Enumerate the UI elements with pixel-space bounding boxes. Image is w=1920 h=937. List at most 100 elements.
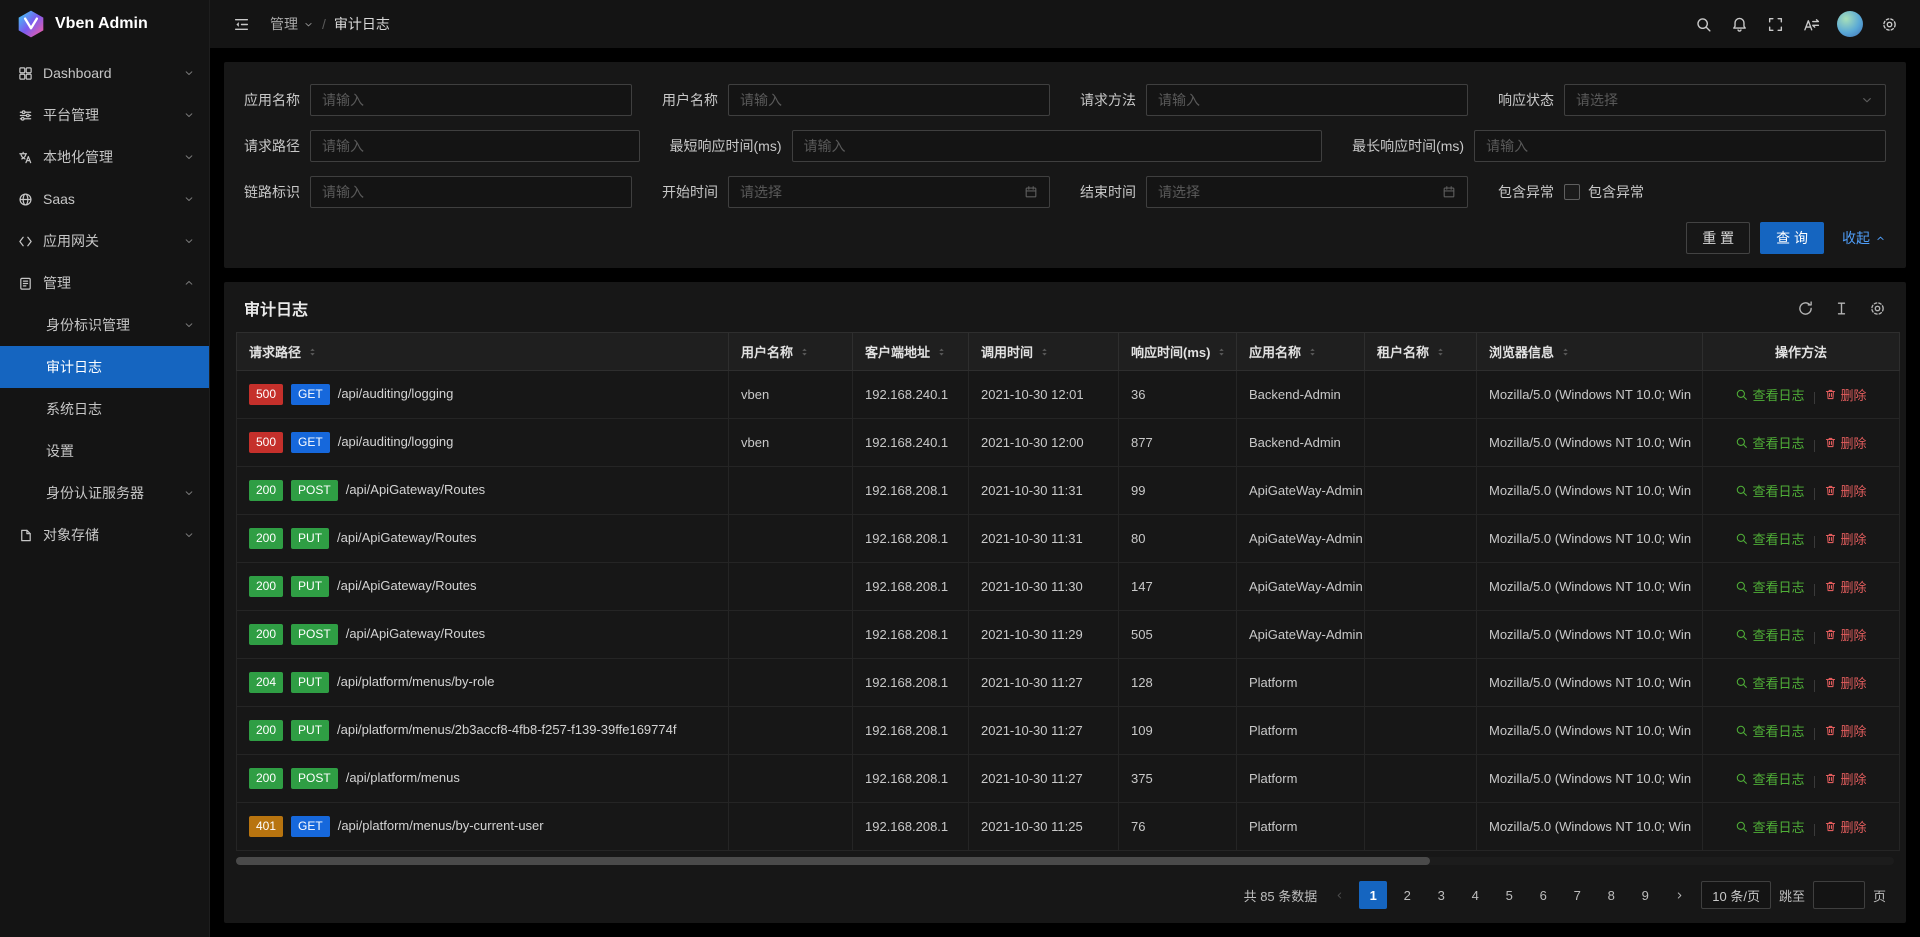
delete-button[interactable]: 删除 xyxy=(1824,817,1867,836)
view-log-button[interactable]: 查看日志 xyxy=(1735,625,1804,644)
sidebar-item-audit-log[interactable]: 审计日志 xyxy=(0,346,209,388)
app-name-input[interactable] xyxy=(310,84,632,116)
sidebar-item-management[interactable]: 管理 xyxy=(0,262,209,304)
delete-button[interactable]: 删除 xyxy=(1824,433,1867,452)
page-button-4[interactable]: 4 xyxy=(1461,881,1489,909)
page-size-select[interactable]: 10 条/页 xyxy=(1701,881,1771,909)
view-log-button[interactable]: 查看日志 xyxy=(1735,769,1804,788)
min-response-time-input[interactable] xyxy=(792,130,1323,162)
delete-button[interactable]: 删除 xyxy=(1824,529,1867,548)
sort-icon[interactable] xyxy=(1307,345,1318,359)
delete-button[interactable]: 删除 xyxy=(1824,721,1867,740)
breadcrumb-current: 审计日志 xyxy=(334,14,390,34)
delete-button[interactable]: 删除 xyxy=(1824,481,1867,500)
delete-button[interactable]: 删除 xyxy=(1824,577,1867,596)
settings-button[interactable] xyxy=(1872,7,1906,41)
sidebar-collapse-button[interactable] xyxy=(224,7,258,41)
sort-icon[interactable] xyxy=(1039,345,1050,359)
view-log-button[interactable]: 查看日志 xyxy=(1735,673,1804,692)
app-name-cell: Platform xyxy=(1237,659,1365,707)
status-badge: 200 xyxy=(249,624,283,645)
prev-page-button[interactable] xyxy=(1325,881,1353,909)
scrollbar-thumb[interactable] xyxy=(236,857,1430,865)
sidebar-item-platform-management[interactable]: 平台管理 xyxy=(0,94,209,136)
column-header-6[interactable]: 应用名称 xyxy=(1237,333,1365,371)
view-log-button[interactable]: 查看日志 xyxy=(1735,481,1804,500)
tenant-name-cell xyxy=(1365,611,1477,659)
query-button[interactable]: 查 询 xyxy=(1760,222,1824,254)
next-page-button[interactable] xyxy=(1665,881,1693,909)
method-badge: PUT xyxy=(291,672,329,693)
user-name-input[interactable] xyxy=(728,84,1050,116)
column-header-2[interactable]: 用户名称 xyxy=(729,333,853,371)
sort-icon[interactable] xyxy=(1435,345,1446,359)
sidebar-item-dashboard[interactable]: Dashboard xyxy=(0,52,209,94)
column-settings-button[interactable] xyxy=(1868,299,1886,317)
view-log-button[interactable]: 查看日志 xyxy=(1735,385,1804,404)
collapse-button[interactable]: 收起 xyxy=(1842,228,1886,248)
column-header-8[interactable]: 浏览器信息 xyxy=(1477,333,1703,371)
horizontal-scrollbar[interactable] xyxy=(236,857,1894,865)
view-log-button[interactable]: 查看日志 xyxy=(1735,577,1804,596)
tenant-name-cell xyxy=(1365,659,1477,707)
page-button-6[interactable]: 6 xyxy=(1529,881,1557,909)
delete-button[interactable]: 删除 xyxy=(1824,769,1867,788)
delete-button[interactable]: 删除 xyxy=(1824,673,1867,692)
page-button-2[interactable]: 2 xyxy=(1393,881,1421,909)
sort-icon[interactable] xyxy=(799,345,810,359)
sort-icon[interactable] xyxy=(1560,345,1571,359)
sidebar-item-saas[interactable]: Saas xyxy=(0,178,209,220)
fullscreen-button[interactable] xyxy=(1758,7,1792,41)
page-button-3[interactable]: 3 xyxy=(1427,881,1455,909)
user-avatar[interactable] xyxy=(1837,11,1863,37)
request-method-input[interactable] xyxy=(1146,84,1468,116)
search-button[interactable] xyxy=(1686,7,1720,41)
column-header-3[interactable]: 客户端地址 xyxy=(853,333,969,371)
client-address-cell: 192.168.208.1 xyxy=(853,659,969,707)
sort-icon[interactable] xyxy=(307,345,318,359)
page-button-5[interactable]: 5 xyxy=(1495,881,1523,909)
include-exception-checkbox[interactable]: 包含异常 xyxy=(1564,182,1886,202)
delete-button[interactable]: 删除 xyxy=(1824,625,1867,644)
sidebar-item-system-log[interactable]: 系统日志 xyxy=(0,388,209,430)
column-header-1[interactable]: 请求路径 xyxy=(237,333,729,371)
reset-button[interactable]: 重 置 xyxy=(1686,222,1750,254)
view-log-button[interactable]: 查看日志 xyxy=(1735,817,1804,836)
breadcrumb-parent[interactable]: 管理 xyxy=(270,14,314,34)
page-button-7[interactable]: 7 xyxy=(1563,881,1591,909)
sidebar-item-settings[interactable]: 设置 xyxy=(0,430,209,472)
view-log-button[interactable]: 查看日志 xyxy=(1735,529,1804,548)
column-header-7[interactable]: 租户名称 xyxy=(1365,333,1477,371)
sidebar-item-localization-management[interactable]: 本地化管理 xyxy=(0,136,209,178)
column-header-5[interactable]: 响应时间(ms) xyxy=(1119,333,1237,371)
sidebar-item-app-gateway[interactable]: 应用网关 xyxy=(0,220,209,262)
notification-button[interactable] xyxy=(1722,7,1756,41)
trash-icon xyxy=(1824,484,1837,497)
checkbox-box[interactable] xyxy=(1564,184,1580,200)
response-status-select[interactable]: 请选择 xyxy=(1564,84,1886,116)
page-button-8[interactable]: 8 xyxy=(1597,881,1625,909)
sort-icon[interactable] xyxy=(936,345,947,359)
jump-page-input[interactable] xyxy=(1813,881,1865,909)
page-button-1[interactable]: 1 xyxy=(1359,881,1387,909)
logo[interactable]: Vben Admin xyxy=(0,0,209,48)
row-height-button[interactable] xyxy=(1832,299,1850,317)
response-time-cell: 76 xyxy=(1119,803,1237,851)
chevron-down-icon xyxy=(183,67,195,79)
language-button[interactable] xyxy=(1794,7,1828,41)
sidebar-item-auth-server[interactable]: 身份认证服务器 xyxy=(0,472,209,514)
delete-button[interactable]: 删除 xyxy=(1824,385,1867,404)
start-time-picker[interactable]: 请选择 xyxy=(728,176,1050,208)
sort-icon[interactable] xyxy=(1216,345,1227,359)
column-header-4[interactable]: 调用时间 xyxy=(969,333,1119,371)
end-time-picker[interactable]: 请选择 xyxy=(1146,176,1468,208)
view-log-button[interactable]: 查看日志 xyxy=(1735,433,1804,452)
page-button-9[interactable]: 9 xyxy=(1631,881,1659,909)
request-path-input[interactable] xyxy=(310,130,640,162)
sidebar-item-object-storage[interactable]: 对象存储 xyxy=(0,514,209,556)
trace-id-input[interactable] xyxy=(310,176,632,208)
view-log-button[interactable]: 查看日志 xyxy=(1735,721,1804,740)
refresh-button[interactable] xyxy=(1796,299,1814,317)
sidebar-item-identity-management[interactable]: 身份标识管理 xyxy=(0,304,209,346)
max-response-time-input[interactable] xyxy=(1474,130,1886,162)
